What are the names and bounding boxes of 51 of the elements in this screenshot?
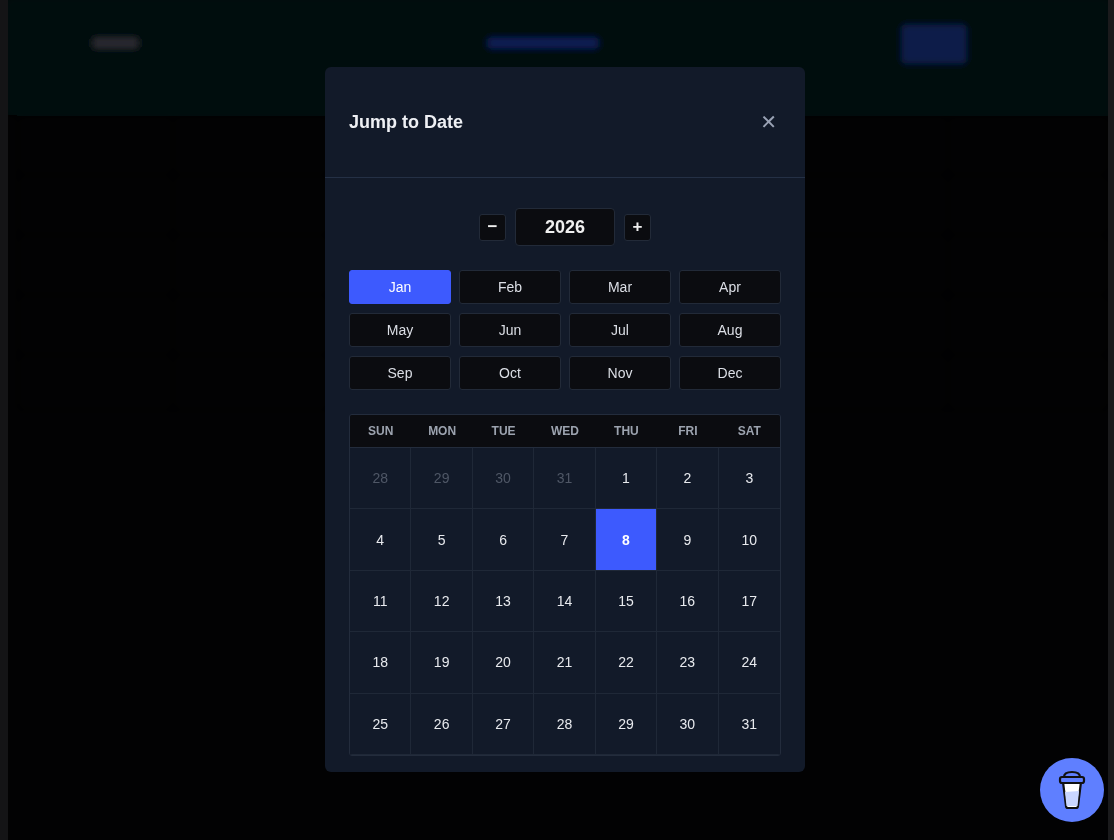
day-cell[interactable]: 14 — [534, 570, 596, 633]
day-cell[interactable]: 13 — [472, 570, 535, 633]
month-button[interactable]: Sep — [349, 356, 451, 390]
weekday-label: THU — [595, 415, 658, 448]
day-cell[interactable]: 22 — [595, 632, 658, 694]
day-cell[interactable]: 1 — [595, 448, 658, 510]
month-button[interactable]: Jun — [459, 313, 561, 347]
day-cell[interactable]: 4 — [350, 509, 412, 571]
month-button[interactable]: Mar — [569, 270, 671, 304]
day-cell[interactable]: 19 — [411, 632, 473, 694]
month-button[interactable]: Jul — [569, 313, 671, 347]
weekday-label: FRI — [657, 415, 719, 448]
day-cell[interactable]: 9 — [657, 509, 719, 571]
day-cell[interactable]: 16 — [657, 570, 719, 633]
month-button[interactable]: Jan — [349, 270, 451, 304]
year-field[interactable]: 2026 — [515, 208, 615, 246]
day-cell[interactable]: 21 — [534, 632, 596, 694]
day-cell[interactable]: 2 — [657, 448, 719, 510]
day-cell[interactable]: 23 — [657, 632, 719, 694]
day-cell[interactable]: 20 — [472, 632, 535, 694]
weekday-label: TUE — [472, 415, 535, 448]
day-cell[interactable]: 7 — [534, 509, 596, 571]
day-cell[interactable]: 11 — [350, 570, 412, 633]
day-cell[interactable]: 12 — [411, 570, 473, 633]
day-cell[interactable]: 6 — [472, 509, 535, 571]
month-button[interactable]: Nov — [569, 356, 671, 390]
day-cell[interactable]: 29 — [595, 693, 658, 755]
day-cell[interactable]: 28 — [534, 693, 596, 755]
day-cell[interactable]: 15 — [595, 570, 658, 633]
month-button[interactable]: May — [349, 313, 451, 347]
day-cell[interactable]: 18 — [350, 632, 412, 694]
weekday-label: WED — [534, 415, 596, 448]
coffee-cup-icon — [1057, 770, 1087, 810]
month-button[interactable]: Feb — [459, 270, 561, 304]
day-cell[interactable]: 8 — [595, 509, 658, 571]
weekday-label: SUN — [350, 415, 412, 448]
dialog-title: Jump to Date — [349, 111, 463, 133]
day-cell[interactable]: 27 — [472, 693, 535, 755]
month-button[interactable]: Dec — [679, 356, 781, 390]
day-cell[interactable]: 25 — [350, 693, 412, 755]
month-button[interactable]: Oct — [459, 356, 561, 390]
next-year-button[interactable]: + — [624, 213, 651, 241]
close-button[interactable]: ✕ — [760, 110, 777, 134]
month-button[interactable]: Aug — [679, 313, 781, 347]
previous-year-button[interactable]: − — [479, 213, 506, 241]
day-cell[interactable]: 5 — [411, 509, 473, 571]
month-button[interactable]: Apr — [679, 270, 781, 304]
day-cell[interactable]: 26 — [411, 693, 473, 755]
weekday-label: SAT — [718, 415, 780, 448]
weekday-label: MON — [411, 415, 473, 448]
day-cell[interactable]: 30 — [657, 693, 719, 755]
